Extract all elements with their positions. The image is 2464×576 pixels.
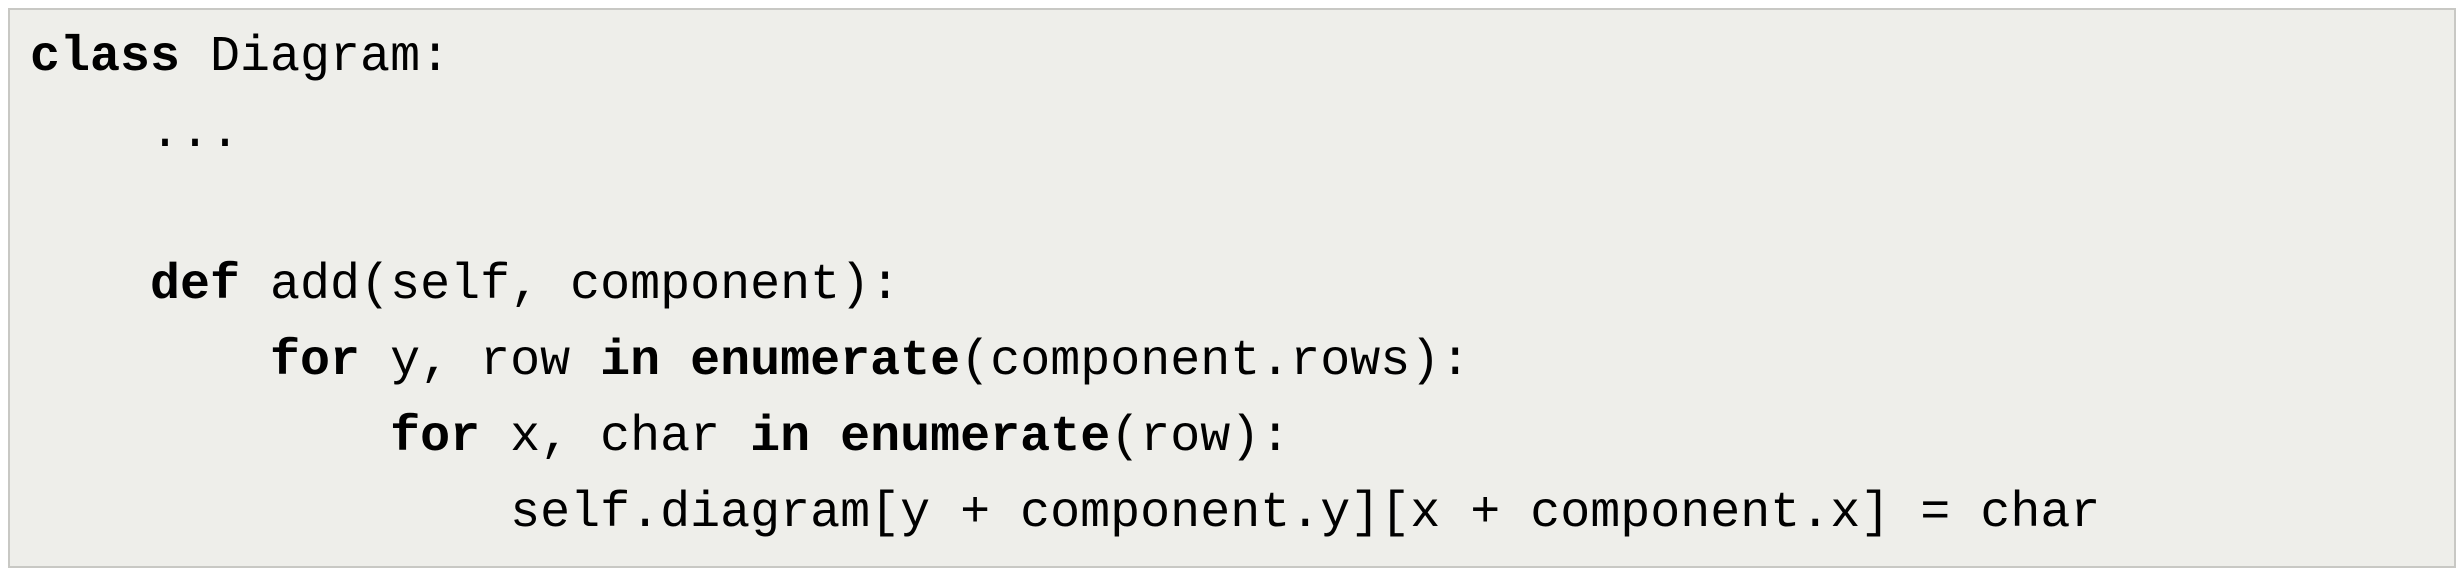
code-block: class Diagram: ... def add(self, compone…: [8, 8, 2456, 568]
keyword: class: [30, 29, 180, 86]
code-text: [30, 409, 390, 466]
keyword: enumerate: [690, 333, 960, 390]
code-text: x, char: [480, 409, 750, 466]
code-text: [810, 409, 840, 466]
code-text: Diagram:: [180, 29, 450, 86]
code-text: [660, 333, 690, 390]
code-content: class Diagram: ... def add(self, compone…: [30, 29, 2100, 542]
code-text: self.diagram[y + component.y][x + compon…: [30, 485, 2100, 542]
code-text: (row):: [1110, 409, 1290, 466]
keyword: for: [390, 409, 480, 466]
keyword: enumerate: [840, 409, 1110, 466]
keyword: in: [600, 333, 660, 390]
code-text: y, row: [360, 333, 600, 390]
keyword: def: [150, 257, 240, 314]
keyword: for: [270, 333, 360, 390]
code-text: add(self, component):: [240, 257, 900, 314]
keyword: in: [750, 409, 810, 466]
code-text: [30, 333, 270, 390]
code-text: [30, 257, 150, 314]
code-text: ...: [30, 105, 240, 162]
code-text: (component.rows):: [960, 333, 1470, 390]
